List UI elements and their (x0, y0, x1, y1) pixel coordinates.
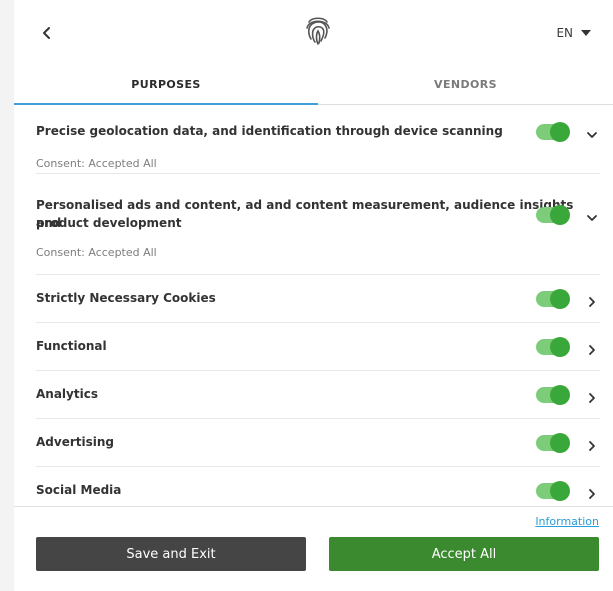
expand-button[interactable] (586, 209, 598, 221)
chevron-right-icon (589, 441, 595, 451)
expand-button[interactable] (586, 293, 598, 307)
save-and-exit-button[interactable]: Save and Exit (36, 537, 306, 571)
caret-down-icon (581, 30, 591, 36)
tab-vendors-label: VENDORS (434, 77, 497, 91)
chevron-right-icon (589, 345, 595, 355)
chevron-right-icon (589, 297, 595, 307)
purpose-title: Strictly Necessary Cookies (36, 291, 216, 305)
purpose-title: Functional (36, 339, 107, 353)
expand-button[interactable] (586, 126, 598, 138)
chevron-down-icon (587, 215, 597, 221)
purpose-item-functional[interactable]: Functional (36, 323, 600, 371)
toggle-knob (550, 481, 570, 501)
language-label: EN (556, 26, 573, 40)
purpose-item-strictly-necessary[interactable]: Strictly Necessary Cookies (36, 275, 600, 323)
toggle-knob (550, 289, 570, 309)
chevron-right-icon (589, 393, 595, 403)
expand-button[interactable] (586, 389, 598, 403)
purpose-title: Analytics (36, 387, 98, 401)
left-background-strip (0, 0, 14, 591)
purpose-item-geolocation[interactable]: Precise geolocation data, and identifica… (36, 105, 600, 174)
purpose-toggle[interactable] (536, 289, 570, 309)
toggle-knob (550, 122, 570, 142)
language-selector[interactable]: EN (556, 26, 591, 40)
tab-purposes-label: PURPOSES (131, 77, 201, 91)
back-button[interactable] (36, 22, 58, 44)
purpose-toggle[interactable] (536, 122, 570, 142)
header: EN (14, 0, 613, 64)
purpose-item-personalised-ads[interactable]: Personalised ads and content, ad and con… (36, 174, 600, 275)
purpose-item-advertising[interactable]: Advertising (36, 419, 600, 467)
fingerprint-icon (306, 17, 330, 45)
expand-button[interactable] (586, 437, 598, 451)
expand-button[interactable] (586, 341, 598, 355)
tab-vendors[interactable]: VENDORS (318, 64, 613, 104)
tab-bar: PURPOSES VENDORS (14, 64, 613, 105)
expand-button[interactable] (586, 485, 598, 499)
consent-status: Consent: Accepted All (36, 157, 157, 170)
tab-purposes[interactable]: PURPOSES (14, 64, 318, 105)
purpose-toggle[interactable] (536, 385, 570, 405)
purpose-title: Precise geolocation data, and identifica… (36, 124, 503, 138)
information-link[interactable]: Information (535, 515, 599, 528)
purpose-title: Advertising (36, 435, 114, 449)
footer-divider (14, 506, 613, 507)
toggle-knob (550, 205, 570, 225)
chevron-down-icon (587, 132, 597, 138)
purpose-toggle[interactable] (536, 337, 570, 357)
accept-all-button[interactable]: Accept All (329, 537, 599, 571)
chevron-left-icon (43, 27, 50, 39)
purposes-list: Precise geolocation data, and identifica… (36, 105, 600, 512)
purpose-toggle[interactable] (536, 433, 570, 453)
purpose-toggle[interactable] (536, 481, 570, 501)
purpose-toggle[interactable] (536, 205, 570, 225)
consent-panel: EN PURPOSES VENDORS Precise geolocation … (14, 0, 613, 591)
purpose-title: Social Media (36, 483, 122, 497)
purpose-item-analytics[interactable]: Analytics (36, 371, 600, 419)
purpose-title-line2: product development (36, 216, 182, 230)
toggle-knob (550, 385, 570, 405)
toggle-knob (550, 433, 570, 453)
toggle-knob (550, 337, 570, 357)
consent-status: Consent: Accepted All (36, 246, 157, 259)
chevron-right-icon (589, 489, 595, 499)
